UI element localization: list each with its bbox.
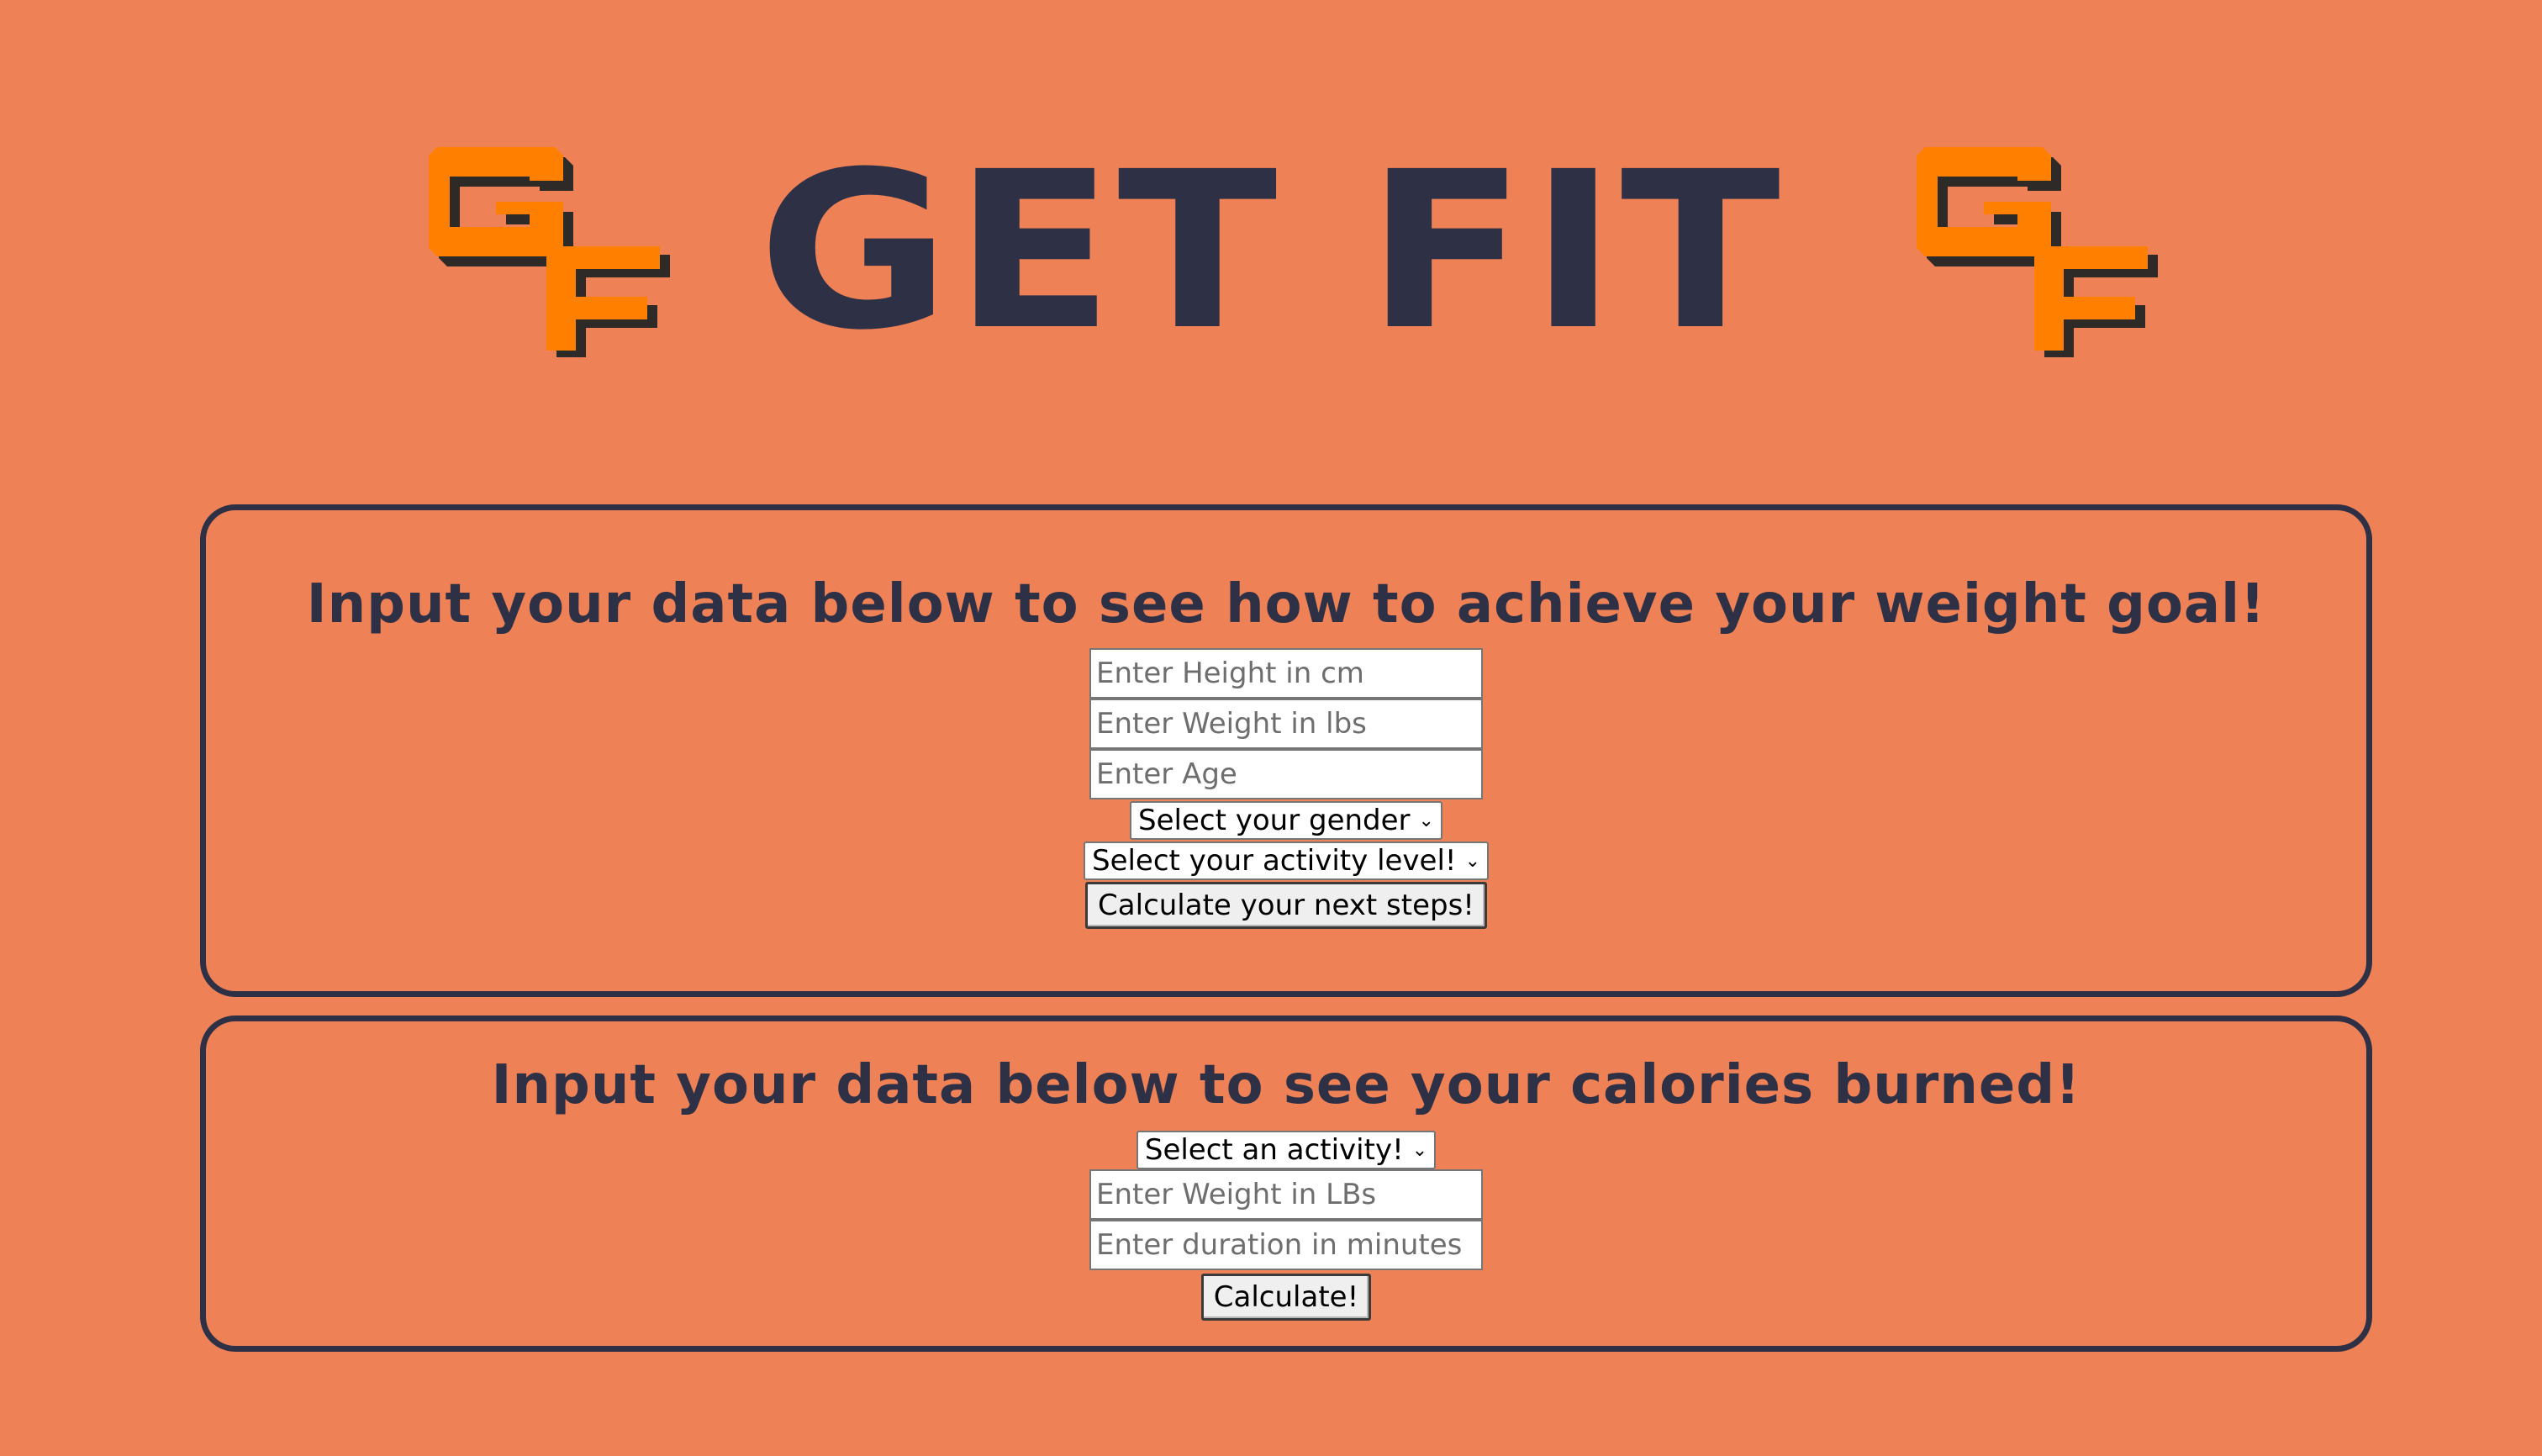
calories-burned-card: Input your data below to see your calori… — [200, 1016, 2372, 1352]
gf-logo-right — [1917, 147, 2158, 357]
calculate-button[interactable]: Calculate! — [1200, 1274, 1372, 1321]
gender-select-value: Select your gender — [1138, 804, 1411, 837]
weight-input[interactable] — [1089, 699, 1483, 749]
age-input[interactable] — [1089, 749, 1483, 799]
page-title: GET FIT — [757, 125, 1785, 377]
weight-goal-card: Input your data below to see how to achi… — [200, 504, 2372, 997]
activity-select[interactable]: Select an activity! ⌄ — [1136, 1131, 1437, 1169]
activity-level-select[interactable]: Select your activity level! ⌄ — [1083, 841, 1489, 880]
chevron-down-icon: ⌄ — [1464, 850, 1480, 872]
activity-select-value: Select an activity! — [1144, 1133, 1404, 1167]
page: GET FIT Input your data below to see how… — [0, 0, 2542, 1456]
chevron-down-icon: ⌄ — [1411, 1139, 1428, 1161]
gender-select[interactable]: Select your gender ⌄ — [1130, 801, 1442, 840]
height-input[interactable] — [1089, 648, 1483, 699]
calories-burned-heading: Input your data below to see your calori… — [491, 1054, 2081, 1116]
burn-weight-input[interactable] — [1089, 1169, 1483, 1220]
calculate-next-steps-button[interactable]: Calculate your next steps! — [1085, 882, 1487, 929]
header: GET FIT — [0, 0, 2542, 437]
duration-input[interactable] — [1089, 1220, 1483, 1270]
weight-goal-form: Select your gender ⌄ Select your activit… — [206, 648, 2366, 929]
chevron-down-icon: ⌄ — [1418, 810, 1434, 831]
weight-goal-heading: Input your data below to see how to achi… — [306, 573, 2266, 636]
activity-level-select-value: Select your activity level! — [1091, 844, 1457, 878]
calories-burned-form: Select an activity! ⌄ Calculate! — [206, 1131, 2366, 1321]
